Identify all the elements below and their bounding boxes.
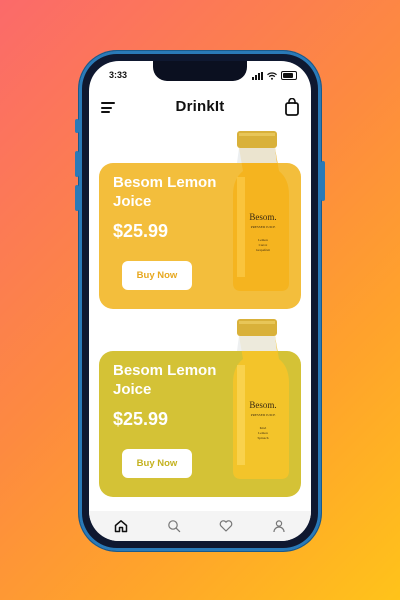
juice-bottle-image: Besom. PRESSED JUICE Lemon Carrot Grapef… <box>233 131 289 291</box>
bottle-brand: Besom. <box>249 212 276 222</box>
bottle-ingredient: Carrot <box>259 243 268 247</box>
product-name: Besom Lemon Joice <box>113 174 217 210</box>
buy-now-button[interactable]: Buy Now <box>122 261 192 290</box>
bottle-line: PRESSED JUICE <box>251 225 276 229</box>
notch <box>153 61 247 81</box>
product-name: Besom Lemon Joice <box>113 362 217 398</box>
app-screen: 3:33 DrinkIt Besom Lemon Joice $25.99 Bu… <box>89 61 311 541</box>
search-icon[interactable] <box>166 518 182 534</box>
app-title: DrinkIt <box>175 98 225 115</box>
status-icons <box>252 71 297 80</box>
phone-power-button <box>321 161 325 201</box>
shopping-bag-icon[interactable] <box>285 98 299 116</box>
battery-icon <box>281 71 297 80</box>
product-price: $25.99 <box>113 409 169 429</box>
heart-icon[interactable] <box>218 518 234 534</box>
phone-side-button <box>75 119 79 133</box>
phone-frame: 3:33 DrinkIt Besom Lemon Joice $25.99 Bu… <box>75 51 325 551</box>
phone-volume-up <box>75 151 79 177</box>
app-header: DrinkIt <box>89 97 311 121</box>
phone-volume-down <box>75 185 79 211</box>
buy-now-button[interactable]: Buy Now <box>122 449 192 478</box>
bottom-tab-bar <box>89 511 311 541</box>
bottle-line: PRESSED JUICE <box>251 413 276 417</box>
bottle-ingredient: Lemon <box>258 431 268 435</box>
product-price: $25.99 <box>113 221 169 241</box>
bottle-ingredient: Lemon <box>258 238 268 242</box>
wifi-icon <box>267 71 277 80</box>
home-icon[interactable] <box>113 518 129 534</box>
bottle-ingredient: Grapefruit <box>256 248 270 252</box>
juice-bottle-image: Besom. PRESSED JUICE Kiwi Lemon Spinach <box>233 319 289 479</box>
bottle-ingredient: Spinach <box>258 436 269 440</box>
status-time: 3:33 <box>109 70 128 80</box>
bottle-ingredient: Kiwi <box>260 426 267 430</box>
signal-icon <box>252 71 263 80</box>
profile-icon[interactable] <box>271 518 287 534</box>
bottle-brand: Besom. <box>249 400 276 410</box>
